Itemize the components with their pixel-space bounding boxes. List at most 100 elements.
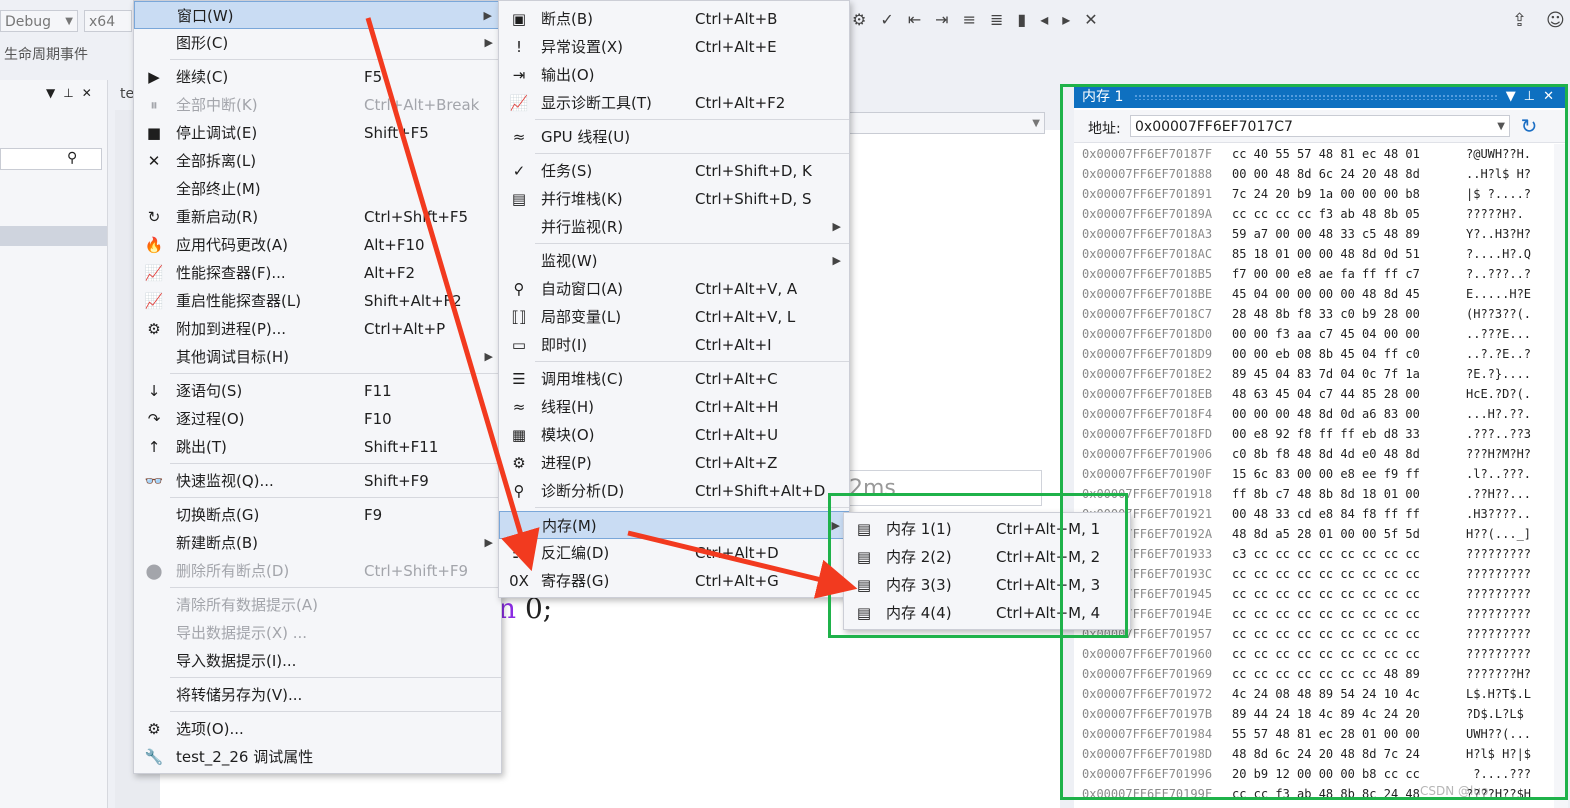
menu-item[interactable]: ↑ 跳出(T) Shift+F11 <box>134 433 501 461</box>
account-icon[interactable]: ☺ <box>1546 10 1565 31</box>
menu-item-shortcut: Ctrl+Alt+C <box>695 370 778 388</box>
menu-item-label: 跳出(T) <box>176 438 227 456</box>
menu-item-label: 导入数据提示(I)... <box>176 652 297 670</box>
menu-item[interactable]: ▣ 断点(B) Ctrl+Alt+B <box>499 5 849 33</box>
menu-item[interactable]: ! 异常设置(X) Ctrl+Alt+E <box>499 33 849 61</box>
menu-item-icon: ↷ <box>147 410 161 428</box>
search-input[interactable]: ⚲ <box>0 148 102 170</box>
menu-item-shortcut: Ctrl+Shift+F9 <box>364 562 469 580</box>
menu-item[interactable]: ⚲ 诊断分析(D) Ctrl+Shift+Alt+D <box>499 477 849 505</box>
menu-item[interactable]: 导入数据提示(I)... <box>134 647 501 675</box>
menu-item[interactable]: ⚲ 自动窗口(A) Ctrl+Alt+V, A <box>499 275 849 303</box>
share-icon[interactable]: ⇪ <box>1512 10 1527 31</box>
menu-item-icon: ↓ <box>147 382 161 400</box>
menu-item[interactable]: ↻ 重新启动(R) Ctrl+Shift+F5 <box>134 203 501 231</box>
platform-combo[interactable]: x64 <box>84 10 132 32</box>
menu-item-icon: ⟦⟧ <box>511 308 527 326</box>
menu-item-icon: ! <box>515 38 522 56</box>
comment-icon[interactable]: ≡ <box>963 10 990 29</box>
menu-item-icon: ▭ <box>511 336 527 354</box>
menu-item[interactable]: 切换断点(G) F9 <box>134 501 501 529</box>
menu-item[interactable]: 导出数据提示(X) ... <box>134 619 501 647</box>
menu-item[interactable]: ✓ 任务(S) Ctrl+Shift+D, K <box>499 157 849 185</box>
menu-item[interactable]: 监视(W) ▶ <box>499 247 849 275</box>
menu-item[interactable]: 内存(M) ▶ <box>499 511 849 539</box>
menu-item-shortcut: Ctrl+Alt+P <box>364 320 446 338</box>
chevron-right-icon: ▶ <box>832 254 841 267</box>
menu-item-label: 快速监视(Q)... <box>176 472 274 490</box>
menu-item[interactable]: 全部终止(M) <box>134 175 501 203</box>
menu-item[interactable]: 图形(C) ▶ <box>134 29 501 57</box>
menu-item[interactable]: ⏸ 全部中断(K) Ctrl+Alt+Break <box>134 91 501 119</box>
chevron-down-icon[interactable]: ▼ <box>46 86 63 100</box>
menu-item[interactable]: 窗口(W) ▶ <box>134 1 501 29</box>
menu-item[interactable]: ⚙ 选项(O)... <box>134 715 501 743</box>
menu-item-shortcut: Ctrl+Shift+Alt+D <box>695 482 826 500</box>
menu-item[interactable]: ⟦⟧ 局部变量(L) Ctrl+Alt+V, L <box>499 303 849 331</box>
menu-item[interactable]: ⇥ 输出(O) <box>499 61 849 89</box>
menu-item[interactable]: ≈ 线程(H) Ctrl+Alt+H <box>499 393 849 421</box>
menu-item-shortcut: Shift+F11 <box>364 438 439 456</box>
menu-item[interactable]: ■ 停止调试(E) Shift+F5 <box>134 119 501 147</box>
menu-item[interactable]: 将转储另存为(V)... <box>134 681 501 709</box>
spellcheck-icon[interactable]: ✓ <box>880 10 907 29</box>
menu-item-label: 模块(O) <box>541 426 595 444</box>
menu-item[interactable]: 🔧 test_2_26 调试属性 <box>134 743 501 771</box>
menu-item[interactable]: 0X 寄存器(G) Ctrl+Alt+G <box>499 567 849 595</box>
menu-item-label: 异常设置(X) <box>541 38 623 56</box>
menu-item[interactable]: ▶ 继续(C) F5 <box>134 63 501 91</box>
bookmark-next-icon[interactable]: ▸ <box>1062 10 1084 29</box>
config-combo[interactable]: Debug ▼ <box>0 10 78 32</box>
menu-item-shortcut: Ctrl+Alt+Break <box>364 96 480 114</box>
menu-item[interactable]: 📈 重启性能探查器(L) Shift+Alt+F2 <box>134 287 501 315</box>
menu-item-label: 逐语句(S) <box>176 382 243 400</box>
menu-item[interactable]: ↷ 逐过程(O) F10 <box>134 405 501 433</box>
menu-item[interactable]: ⚙ 附加到进程(P)... Ctrl+Alt+P <box>134 315 501 343</box>
menu-item[interactable]: ▦ 模块(O) Ctrl+Alt+U <box>499 421 849 449</box>
uncomment-icon[interactable]: ≣ <box>990 10 1017 29</box>
search-icon: ⚲ <box>67 150 78 166</box>
bookmark-clear-icon[interactable]: ✕ <box>1084 10 1111 29</box>
menu-item[interactable]: ▤ 并行堆栈(K) Ctrl+Shift+D, S <box>499 185 849 213</box>
menu-item[interactable]: ✕ 全部拆离(L) <box>134 147 501 175</box>
indent-icon[interactable]: ⇤ <box>908 10 935 29</box>
outdent-icon[interactable]: ⇥ <box>935 10 962 29</box>
lifecycle-events[interactable]: 生命周期事件 <box>4 44 88 64</box>
menu-item[interactable]: 📈 性能探查器(F)... Alt+F2 <box>134 259 501 287</box>
chevron-right-icon: ▶ <box>832 220 841 233</box>
menu-item[interactable]: 📈 显示诊断工具(T) Ctrl+Alt+F2 <box>499 89 849 117</box>
menu-item-icon: ≈ <box>512 128 526 146</box>
menu-item[interactable]: ↓ 逐语句(S) F11 <box>134 377 501 405</box>
bookmark-icon[interactable]: ▮ <box>1017 10 1040 29</box>
menu-item[interactable]: ⬤ 删除所有断点(D) Ctrl+Shift+F9 <box>134 557 501 585</box>
menu-item-shortcut: Ctrl+Alt+Z <box>695 454 778 472</box>
bug-icon[interactable]: ⚙ <box>852 10 880 29</box>
menu-item[interactable]: ≈ GPU 线程(U) <box>499 123 849 151</box>
menu-item[interactable]: 🔥 应用代码更改(A) Alt+F10 <box>134 231 501 259</box>
member-nav-combo[interactable]: ▼ <box>840 112 1045 134</box>
bookmark-prev-icon[interactable]: ◂ <box>1040 10 1062 29</box>
menu-item-label: 将转储另存为(V)... <box>176 686 303 704</box>
menu-item-label: 并行监视(R) <box>541 218 624 236</box>
menu-item[interactable]: 并行监视(R) ▶ <box>499 213 849 241</box>
menu-item[interactable]: ▭ 即时(I) Ctrl+Alt+I <box>499 331 849 359</box>
menu-item-icon: 🔥 <box>144 236 164 254</box>
menu-item-label: 进程(P) <box>541 454 592 472</box>
menu-item[interactable]: ⚙ 进程(P) Ctrl+Alt+Z <box>499 449 849 477</box>
pin-icon[interactable]: ⊥ <box>63 86 81 100</box>
tab-source-file[interactable]: te <box>120 86 134 102</box>
close-icon[interactable]: ✕ <box>82 86 100 100</box>
menu-item[interactable]: 清除所有数据提示(A) <box>134 591 501 619</box>
menu-item[interactable]: 👓 快速监视(Q)... Shift+F9 <box>134 467 501 495</box>
menu-item-label: 全部拆离(L) <box>176 152 257 170</box>
menu-item[interactable]: 新建断点(B) ▶ <box>134 529 501 557</box>
menu-item[interactable]: 其他调试目标(H) ▶ <box>134 343 501 371</box>
selected-tree-item[interactable] <box>0 226 107 246</box>
menu-item-shortcut: Ctrl+Alt+U <box>695 426 779 444</box>
menu-item-label: 寄存器(G) <box>541 572 610 590</box>
menu-item[interactable]: ☰ 调用堆栈(C) Ctrl+Alt+C <box>499 365 849 393</box>
menu-item-shortcut: Alt+F10 <box>364 236 425 254</box>
menu-item-shortcut: Ctrl+Alt+G <box>695 572 779 590</box>
menu-item[interactable]: ☷ 反汇编(D) Ctrl+Alt+D <box>499 539 849 567</box>
menu-item-icon: ↻ <box>147 208 161 226</box>
